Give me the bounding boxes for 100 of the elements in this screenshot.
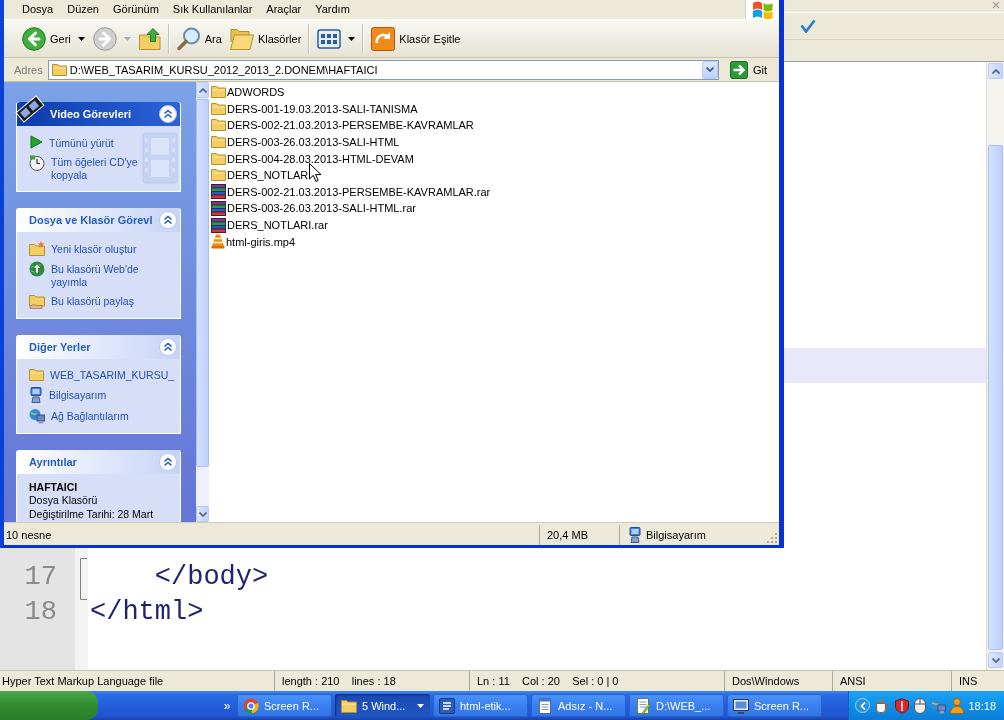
notepad-icon <box>537 697 553 714</box>
scroll-down-button[interactable] <box>988 652 1003 668</box>
menu-item[interactable]: Düzen <box>60 0 106 19</box>
flag-logo-icon <box>750 0 775 20</box>
checkmark-icon <box>800 19 816 33</box>
chevron-left-icon <box>859 701 866 710</box>
file-item[interactable]: DERS_NOTLARI.rar <box>211 216 328 234</box>
sync-button[interactable]: Klasör Eşitle <box>367 21 465 56</box>
folder-icon <box>341 697 357 714</box>
task-link[interactable]: Bu klasörü Web'de yayımla <box>29 261 156 289</box>
task-link[interactable]: Bilgisayarım <box>29 387 107 403</box>
menu-item[interactable]: Sık Kullanılanlar <box>165 0 260 19</box>
close-icon <box>992 1 1000 9</box>
panel-title: Ayrıntılar <box>29 456 77 468</box>
file-item[interactable]: ADWORDS <box>211 84 285 101</box>
computer-icon <box>29 387 43 403</box>
screen-icon <box>733 697 749 714</box>
status-text: ANSI <box>840 675 866 687</box>
document-pencil-icon <box>635 697 651 714</box>
collapse-button[interactable] <box>159 105 177 123</box>
chevron-up-icon <box>991 68 1000 74</box>
shield-icon <box>894 697 910 714</box>
collapse-button[interactable] <box>159 211 177 229</box>
file-item[interactable]: DERS-004-28.03.2013-HTML-DEVAM <box>211 150 414 167</box>
status-text: Bilgisayarım <box>646 529 706 541</box>
start-button[interactable] <box>0 691 98 720</box>
go-arrow-icon <box>729 60 748 79</box>
scroll-up-button[interactable] <box>988 63 1003 79</box>
folders-button[interactable]: Klasörler <box>225 21 306 56</box>
search-button[interactable]: Ara <box>172 21 226 56</box>
collapse-button[interactable] <box>159 337 177 356</box>
file-item[interactable]: DERS_NOTLAR <box>211 166 309 184</box>
network-icon <box>29 408 45 424</box>
file-item[interactable]: DERS-003-26.03.2013-SALI-HTML <box>211 133 400 151</box>
cursor-icon <box>309 163 321 182</box>
panel-title: Diğer Yerler <box>29 340 91 353</box>
address-field[interactable]: D:\WEB_TASARIM_KURSU_2012_2013_2.DONEM\HAFTAICI <box>47 59 719 80</box>
status-text: INS <box>959 675 978 687</box>
menu-item[interactable]: Araçlar <box>259 0 309 19</box>
taskbar-button[interactable]: Adsız - N... <box>531 694 626 717</box>
quick-launch-more-button[interactable]: » <box>220 695 234 716</box>
menu-item[interactable]: Yardım <box>308 0 357 19</box>
folder-icon <box>211 85 226 100</box>
scrollbar[interactable] <box>196 82 209 522</box>
task-link[interactable]: WEB_TASARIM_KURSU_ <box>29 367 175 382</box>
person-icon <box>950 697 964 714</box>
file-item[interactable]: DERS-001-19.03.2013-SALI-TANISMA <box>211 100 418 118</box>
code-line: </body> <box>153 561 269 594</box>
view-grid-icon <box>317 28 342 49</box>
taskbar-button[interactable]: Screen R... <box>237 694 332 717</box>
scrollbar-thumb[interactable] <box>196 99 209 467</box>
item-type: Dosya Klasörü <box>29 494 98 507</box>
folder-name: HAFTAICI <box>29 481 78 494</box>
file-item[interactable]: DERS-002-21.03.2013-PERSEMBE-KAVRAMLAR.rar <box>211 183 491 201</box>
go-button[interactable]: Git <box>726 59 770 80</box>
books-icon <box>211 184 226 200</box>
show-hidden-icons-button[interactable] <box>855 698 870 713</box>
books-icon <box>211 200 226 216</box>
search-icon <box>176 26 201 51</box>
status-text: 10 nesne <box>6 529 52 541</box>
back-button[interactable]: Geri <box>18 21 89 56</box>
clock-icon <box>29 154 45 171</box>
collapse-icon <box>159 211 177 229</box>
collapse-button[interactable] <box>159 453 177 471</box>
collapse-icon <box>159 105 177 123</box>
upload-arrow-icon <box>29 261 45 277</box>
scrollbar-thumb[interactable] <box>988 145 1003 650</box>
file-item[interactable]: html-giris.mp4 <box>211 233 296 250</box>
task-link[interactable]: Ağ Bağlantılarım <box>29 408 129 424</box>
taskbar-button[interactable]: html-etik... <box>433 694 528 717</box>
chevron-down-icon <box>991 657 1000 663</box>
file-item[interactable]: DERS-003-26.03.2013-SALI-HTML.rar <box>211 200 416 217</box>
panel-title: Video Görevleri <box>49 108 132 120</box>
scrollbar[interactable] <box>986 62 1004 670</box>
folder-icon <box>29 367 44 382</box>
taskbar-button[interactable]: D:\WEB_... <box>629 694 724 717</box>
browser-icon <box>243 697 259 714</box>
line-number: 17 <box>23 561 58 594</box>
task-link[interactable]: Tüm öğeleri CD'ye kopyala <box>29 154 156 182</box>
taskbar-button[interactable]: Screen R... <box>727 694 822 717</box>
task-link[interactable]: Tümünü yürüt <box>29 135 114 150</box>
folder-up-icon <box>138 27 161 50</box>
task-link[interactable]: Yeni klasör oluştur <box>29 241 137 256</box>
status-text: Ln : 11 Col : 20 Sel : 0 | 0 <box>477 675 619 687</box>
network-icon <box>930 697 946 714</box>
scroll-down-button[interactable] <box>196 506 209 522</box>
collapse-icon <box>159 337 177 356</box>
task-link[interactable]: Bu klasörü paylaş <box>29 293 134 309</box>
menu-item[interactable]: Görünüm <box>106 0 166 19</box>
taskbar-button[interactable]: 5 Wind... <box>335 694 430 717</box>
menu-item[interactable]: Dosya <box>15 0 61 19</box>
address-dropdown-button[interactable] <box>701 60 718 79</box>
books-icon <box>211 217 226 233</box>
scroll-up-button[interactable] <box>196 82 209 98</box>
code-line: </html> <box>90 596 204 629</box>
new-folder-icon <box>29 241 45 256</box>
collapse-icon <box>159 453 177 471</box>
mouse-icon <box>914 697 926 714</box>
sync-icon <box>371 26 396 51</box>
file-item[interactable]: DERS-002-21.03.2013-PERSEMBE-KAVRAMLAR <box>211 117 474 134</box>
